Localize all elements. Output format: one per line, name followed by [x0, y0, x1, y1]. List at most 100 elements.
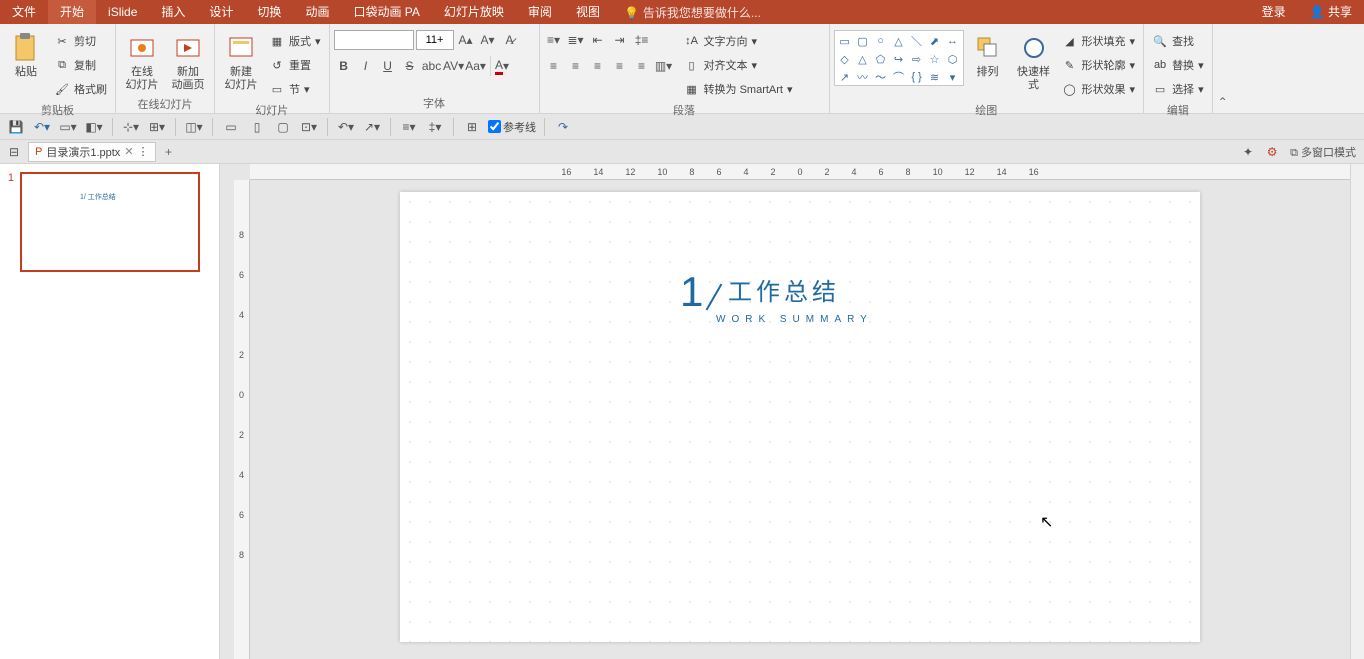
close-tab-button[interactable]: ✕	[124, 145, 133, 158]
shadow-button[interactable]: abc	[422, 56, 442, 76]
align-text-button[interactable]: ▯对齐文本 ▾	[680, 54, 797, 76]
change-case-button[interactable]: Aa▾	[466, 56, 486, 76]
qat-item[interactable]: ▭	[221, 117, 241, 137]
text-direction-button[interactable]: ↕A文字方向 ▾	[680, 30, 797, 52]
group-font: A▴ A▾ A̷ B I U S abc AV▾ Aa▾ A▾ 字体	[330, 24, 540, 113]
distribute-button[interactable]: ≡	[632, 56, 652, 76]
bullets-button[interactable]: ≡▾	[544, 30, 564, 50]
new-anim-button[interactable]: 新加 动画页	[166, 30, 210, 94]
shape-effects-button[interactable]: ◯形状效果 ▾	[1058, 78, 1140, 100]
copy-icon: ⧉	[54, 57, 70, 73]
new-slide-button[interactable]: 新建 幻灯片	[219, 30, 263, 94]
multi-window-button[interactable]: ⧉ 多窗口模式	[1286, 144, 1360, 160]
layout-button[interactable]: ▦版式 ▾	[265, 30, 325, 52]
align-left-button[interactable]: ≡	[544, 56, 564, 76]
menu-home[interactable]: 开始	[48, 0, 96, 24]
textdir-icon: ↕A	[684, 33, 700, 49]
arrange-button[interactable]: 排列	[966, 30, 1010, 81]
section-button[interactable]: ▭节 ▾	[265, 78, 325, 100]
menu-transition[interactable]: 切换	[245, 0, 293, 24]
online-slides-button[interactable]: 在线 幻灯片	[120, 30, 164, 94]
menu-file[interactable]: 文件	[0, 0, 48, 24]
qat-item[interactable]: ⊹▾	[121, 117, 141, 137]
font-size-input[interactable]	[416, 30, 454, 50]
shape-outline-button[interactable]: ✎形状轮廓 ▾	[1058, 54, 1140, 76]
outdent-button[interactable]: ⇤	[588, 30, 608, 50]
quick-style-button[interactable]: 快速样式	[1012, 30, 1056, 94]
italic-button[interactable]: I	[356, 56, 376, 76]
font-name-input[interactable]	[334, 30, 414, 50]
qat-item[interactable]: ⊞	[462, 117, 482, 137]
spacing-button[interactable]: AV▾	[444, 56, 464, 76]
document-tab[interactable]: P 目录演示1.pptx ✕ ⋮	[28, 142, 156, 162]
replace-button[interactable]: ab替换 ▾	[1148, 54, 1208, 76]
strike-button[interactable]: S	[400, 56, 420, 76]
vertical-scrollbar[interactable]	[1350, 164, 1364, 659]
slide-content[interactable]: 1 工作总结 WORK SUMMARY	[680, 262, 873, 325]
tell-me[interactable]: 💡告诉我您想要做什么...	[612, 4, 761, 21]
qat-item[interactable]: ≡▾	[399, 117, 419, 137]
redo-alt-button[interactable]: ▭▾	[58, 117, 78, 137]
smartart-button[interactable]: ▦转换为 SmartArt ▾	[680, 78, 797, 100]
paste-icon	[10, 32, 42, 64]
menu-islide[interactable]: iSlide	[96, 0, 149, 24]
qat-item[interactable]: ⊞▾	[147, 117, 167, 137]
format-painter-button[interactable]: 🖌格式刷	[50, 78, 111, 100]
shrink-font-button[interactable]: A▾	[478, 30, 498, 50]
clear-format-button[interactable]: A̷	[500, 30, 520, 50]
login-button[interactable]: 登录	[1250, 0, 1298, 24]
font-color-button[interactable]: A▾	[490, 56, 510, 76]
redo-button[interactable]: ↷	[553, 117, 573, 137]
align-center-button[interactable]: ≡	[566, 56, 586, 76]
qat-item[interactable]: ◧▾	[84, 117, 104, 137]
qat-item[interactable]: ‡▾	[425, 117, 445, 137]
thumb-preview: 1/ 工作总结	[80, 192, 116, 202]
qat-item[interactable]: ↗▾	[362, 117, 382, 137]
line-spacing-button[interactable]: ‡≡	[632, 30, 652, 50]
vertical-ruler[interactable]: 864202468	[234, 180, 250, 659]
settings-button-1[interactable]: ✦	[1238, 142, 1258, 162]
add-tab-button[interactable]: +	[160, 143, 178, 161]
align-right-button[interactable]: ≡	[588, 56, 608, 76]
paste-button[interactable]: 粘贴	[4, 30, 48, 81]
horizontal-ruler[interactable]: 1614121086420246810121416	[250, 164, 1350, 180]
reset-button[interactable]: ↺重置	[265, 54, 325, 76]
menu-view[interactable]: 视图	[564, 0, 612, 24]
indent-button[interactable]: ⇥	[610, 30, 630, 50]
save-button[interactable]: 💾	[6, 117, 26, 137]
menu-insert[interactable]: 插入	[149, 0, 197, 24]
bold-button[interactable]: B	[334, 56, 354, 76]
shapes-gallery[interactable]: ▭▢○△＼⬈↔ ◇△⬠↪⇨☆⬡ ↗〰〜⌒{ }≋▾	[834, 30, 964, 86]
select-button[interactable]: ▭选择 ▾	[1148, 78, 1208, 100]
slide-thumbnail[interactable]: 1/ 工作总结	[20, 172, 200, 272]
cut-button[interactable]: ✂剪切	[50, 30, 111, 52]
menu-design[interactable]: 设计	[197, 0, 245, 24]
qat-item[interactable]: ▢	[273, 117, 293, 137]
settings-button-2[interactable]: ⚙	[1262, 142, 1282, 162]
find-button[interactable]: 🔍查找	[1148, 30, 1208, 52]
justify-button[interactable]: ≡	[610, 56, 630, 76]
qat-item[interactable]: ⊡▾	[299, 117, 319, 137]
columns-button[interactable]: ▥▾	[654, 56, 674, 76]
share-button[interactable]: 👤 共享	[1298, 0, 1364, 24]
qat-item[interactable]: ▯	[247, 117, 267, 137]
collapse-ribbon-button[interactable]: ⌃	[1213, 24, 1233, 113]
menu-review[interactable]: 审阅	[516, 0, 564, 24]
shape-fill-button[interactable]: ◢形状填充 ▾	[1058, 30, 1140, 52]
underline-button[interactable]: U	[378, 56, 398, 76]
slide-canvas[interactable]: 1 工作总结 WORK SUMMARY ↖	[400, 192, 1200, 642]
tab-menu-button[interactable]: ⊟	[4, 142, 24, 162]
menu-animation[interactable]: 动画	[293, 0, 341, 24]
qat-item[interactable]: ↶▾	[336, 117, 356, 137]
guides-checkbox[interactable]: 参考线	[488, 119, 536, 135]
undo-button[interactable]: ↶▾	[32, 117, 52, 137]
group-online-slides: 在线 幻灯片 新加 动画页 在线幻灯片	[116, 24, 215, 113]
menu-slideshow[interactable]: 幻灯片放映	[432, 0, 516, 24]
ppt-icon: P	[35, 146, 42, 158]
qat-item[interactable]: ◫▾	[184, 117, 204, 137]
menu-pocket-anim[interactable]: 口袋动画 PA	[341, 0, 431, 24]
tab-more-button[interactable]: ⋮	[138, 145, 149, 158]
numbering-button[interactable]: ≣▾	[566, 30, 586, 50]
copy-button[interactable]: ⧉复制	[50, 54, 111, 76]
grow-font-button[interactable]: A▴	[456, 30, 476, 50]
